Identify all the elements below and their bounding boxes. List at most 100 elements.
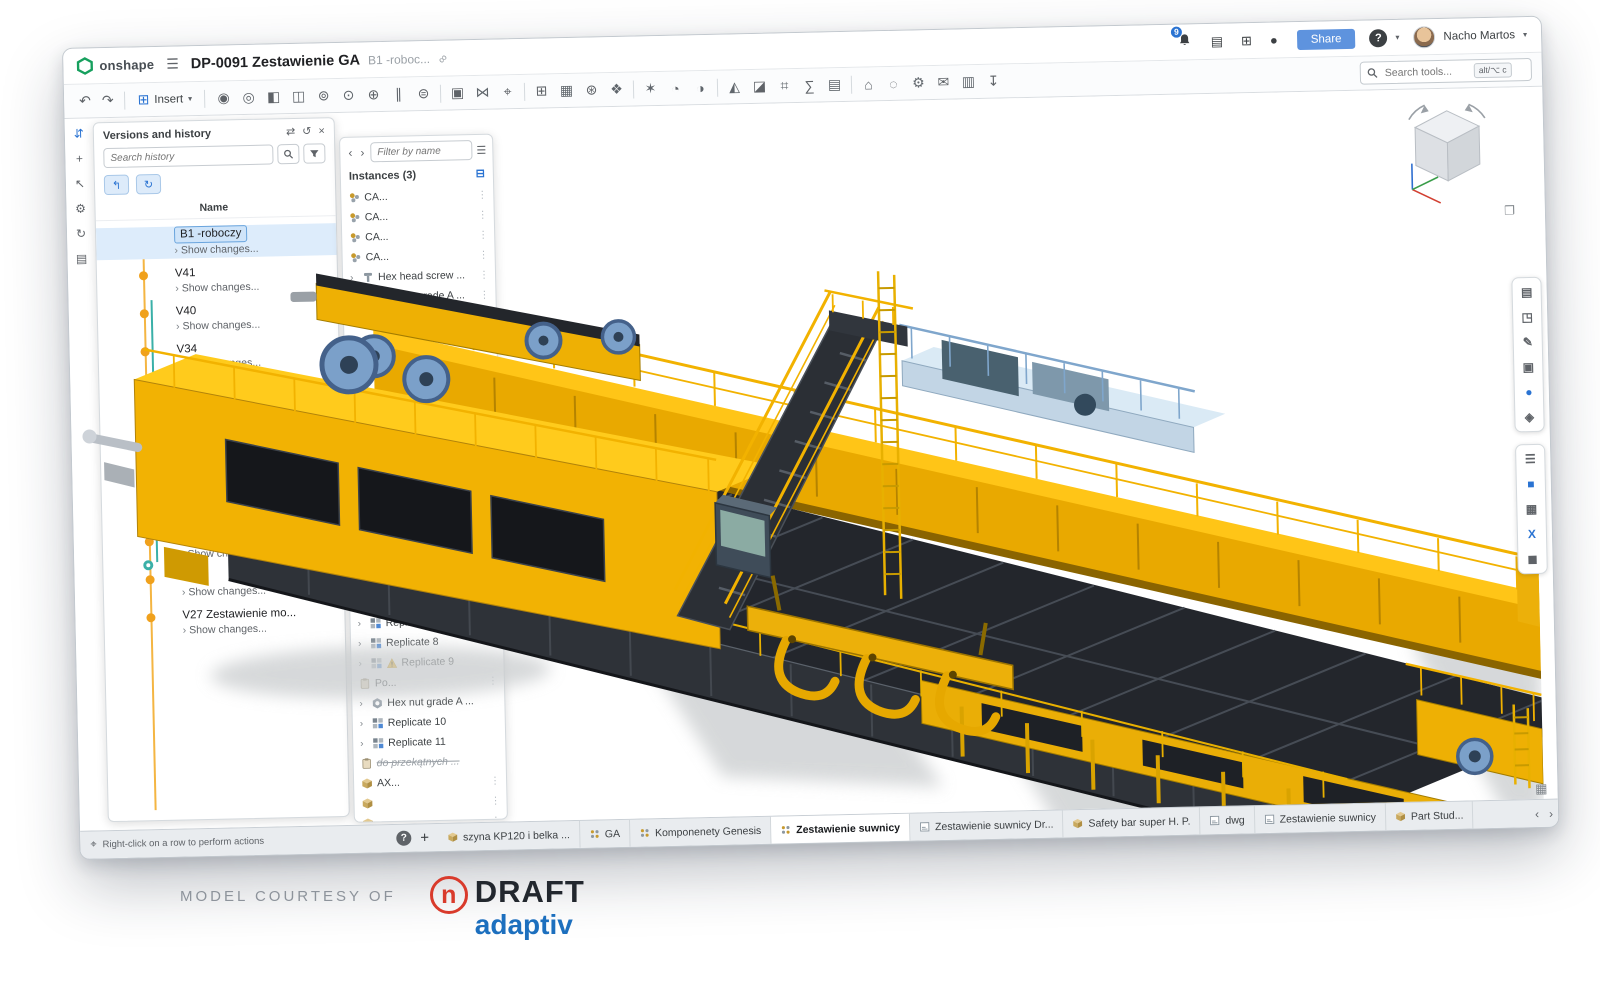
- drag-handle-icon[interactable]: ⋮: [479, 269, 491, 280]
- expand-chevron-icon[interactable]: ›: [359, 698, 367, 709]
- planar-mate-icon[interactable]: ◫: [286, 84, 312, 109]
- doc-tab[interactable]: Zestawienie suwnicy: [1254, 803, 1386, 833]
- print-icon[interactable]: ▣: [1517, 356, 1539, 378]
- filter-by-name-input[interactable]: [370, 140, 473, 162]
- version-row[interactable]: V34 ›Show changes...: [176, 339, 333, 372]
- linear-pattern-icon[interactable]: ▦: [554, 78, 580, 103]
- named-views-icon[interactable]: ⌂: [856, 72, 882, 97]
- version-row[interactable]: V33 ›Show changes...: [177, 377, 334, 410]
- workspace-name[interactable]: B1 -roboc...: [368, 51, 430, 66]
- refresh-toggle-icon[interactable]: ↻: [136, 174, 161, 195]
- expand-chevron-icon[interactable]: ›: [358, 618, 366, 629]
- comments-panel-icon[interactable]: ▤: [1515, 281, 1537, 303]
- versions-history-icon[interactable]: ⇵: [74, 127, 84, 141]
- show-changes-link[interactable]: ›Show changes...: [174, 240, 330, 258]
- show-changes-link[interactable]: ›Show changes...: [178, 430, 334, 448]
- expand-chevron-icon[interactable]: ›: [360, 718, 368, 729]
- expand-chevron-icon[interactable]: ›: [356, 558, 364, 569]
- link-icon[interactable]: ∞: [434, 50, 450, 66]
- measure-icon[interactable]: ⌗: [772, 73, 798, 98]
- theme-icon[interactable]: ●: [1265, 32, 1283, 47]
- outline-icon[interactable]: ☰: [1519, 448, 1541, 470]
- doc-tab[interactable]: Part Stud...: [1386, 801, 1474, 830]
- collapse-tree-icon[interactable]: ⊟: [475, 167, 485, 180]
- section-view-icon[interactable]: ◪: [747, 74, 773, 99]
- toolbar-icon[interactable]: [524, 82, 525, 100]
- markup-icon[interactable]: ✎: [1517, 331, 1539, 353]
- search-button[interactable]: [277, 144, 299, 164]
- drag-handle-icon[interactable]: ⋮: [479, 289, 491, 300]
- version-row[interactable]: B1 -roboczy ›Show changes...: [96, 223, 337, 260]
- explode-icon[interactable]: ✶: [638, 76, 664, 101]
- slider-mate-icon[interactable]: ◧: [261, 85, 287, 110]
- version-row[interactable]: V27 Zestawienie mo... ›Show changes...: [182, 605, 339, 638]
- relations-icon[interactable]: ⋈: [470, 80, 496, 105]
- restore-icon[interactable]: ↺: [302, 125, 312, 138]
- display-states-icon[interactable]: ◑: [688, 75, 714, 100]
- doc-tab[interactable]: szyna KP120 i belka ...: [438, 821, 580, 851]
- version-row[interactable]: V28 ›Show changes...: [181, 567, 338, 600]
- drag-handle-icon[interactable]: ⋮: [477, 189, 489, 200]
- tangent-mate-icon[interactable]: ⊜: [411, 81, 437, 106]
- toolbar-icon[interactable]: [851, 75, 852, 93]
- insert-button[interactable]: ⊞ Insert ▾: [131, 87, 198, 111]
- expand-chevron-icon[interactable]: ›: [360, 738, 368, 749]
- ball-mate-icon[interactable]: ⊕: [361, 82, 387, 107]
- pin-slot-mate-icon[interactable]: ⊙: [336, 83, 362, 108]
- version-row[interactable]: V41 ›Show changes...: [175, 263, 332, 296]
- search-tools-box[interactable]: alt/⌥ c: [1360, 58, 1532, 85]
- list-menu-icon[interactable]: ☰: [476, 143, 486, 156]
- instance-row[interactable]: ⋮: [362, 811, 503, 823]
- revolute-mate-icon[interactable]: ◎: [236, 85, 262, 110]
- notes-icon[interactable]: ▤: [76, 252, 88, 266]
- history-icon[interactable]: ↻: [76, 227, 86, 241]
- appearance-icon[interactable]: ◭: [722, 75, 748, 100]
- show-changes-link[interactable]: ›Show changes...: [175, 278, 331, 296]
- circular-pattern-icon[interactable]: ⊛: [579, 78, 605, 103]
- help-tab-icon[interactable]: ?: [396, 831, 411, 846]
- version-row[interactable]: V29 ›Show changes...: [181, 529, 338, 562]
- video-icon[interactable]: ◼: [1521, 548, 1543, 570]
- version-row[interactable]: V30 ›Show changes...: [180, 491, 337, 524]
- user-avatar[interactable]: [1413, 26, 1435, 48]
- doc-tab[interactable]: Safety bar super H. P.: [1063, 807, 1201, 837]
- doc-tab[interactable]: dwg: [1200, 806, 1255, 834]
- show-changes-link[interactable]: ›Show changes...: [176, 316, 332, 334]
- route-toggle-icon[interactable]: ↰: [104, 175, 129, 196]
- notifications-icon[interactable]: 9: [1171, 32, 1198, 53]
- expand-chevron-icon[interactable]: ›: [358, 658, 366, 669]
- show-changes-link[interactable]: ›Show changes...: [183, 620, 339, 638]
- parallel-mate-icon[interactable]: ∥: [386, 82, 412, 107]
- toolbar-icon[interactable]: [633, 80, 634, 98]
- export-icon[interactable]: ↧: [981, 69, 1007, 94]
- share-button[interactable]: Share: [1297, 28, 1356, 49]
- drag-handle-icon[interactable]: ⋮: [478, 229, 490, 240]
- gear-icon[interactable]: ⚙: [75, 202, 86, 216]
- mate-connector-icon[interactable]: ⌖: [495, 80, 521, 105]
- view-options-icon[interactable]: ❒: [1504, 203, 1515, 217]
- calendar-icon[interactable]: ▦: [1520, 498, 1542, 520]
- expand-chevron-icon[interactable]: ›: [350, 292, 358, 303]
- redo-icon[interactable]: ↷: [97, 92, 119, 109]
- drag-handle-icon[interactable]: ⋮: [488, 675, 500, 686]
- snapshot-icon[interactable]: ◔: [663, 76, 689, 101]
- show-changes-link[interactable]: ›Show changes...: [177, 354, 333, 372]
- fastened-mate-icon[interactable]: ◉: [211, 86, 237, 111]
- search-tools-input[interactable]: [1383, 64, 1469, 80]
- search-history-input[interactable]: [103, 144, 273, 168]
- doc-tab[interactable]: Zestawienie suwnicy: [771, 814, 910, 844]
- show-changes-link[interactable]: ›Show changes...: [180, 506, 336, 524]
- tabs-scroll-left-icon[interactable]: ‹: [1530, 806, 1544, 820]
- back-icon[interactable]: ‹: [346, 146, 354, 160]
- close-icon[interactable]: ×: [318, 125, 325, 137]
- select-tool-icon[interactable]: ↖: [75, 177, 85, 191]
- version-row[interactable]: V32 lasery szkic re... ›Show changes...: [178, 415, 335, 448]
- apps-icon[interactable]: ⊞: [1236, 32, 1257, 48]
- help-button[interactable]: ?: [1369, 29, 1387, 47]
- comment-icon[interactable]: ✉: [931, 70, 957, 95]
- show-changes-link[interactable]: ›Show changes...: [181, 544, 337, 562]
- record-icon[interactable]: ●: [1518, 381, 1540, 403]
- group-icon[interactable]: ▣: [445, 81, 471, 106]
- expand-chevron-icon[interactable]: ›: [357, 598, 365, 609]
- expand-chevron-icon[interactable]: ›: [350, 272, 358, 283]
